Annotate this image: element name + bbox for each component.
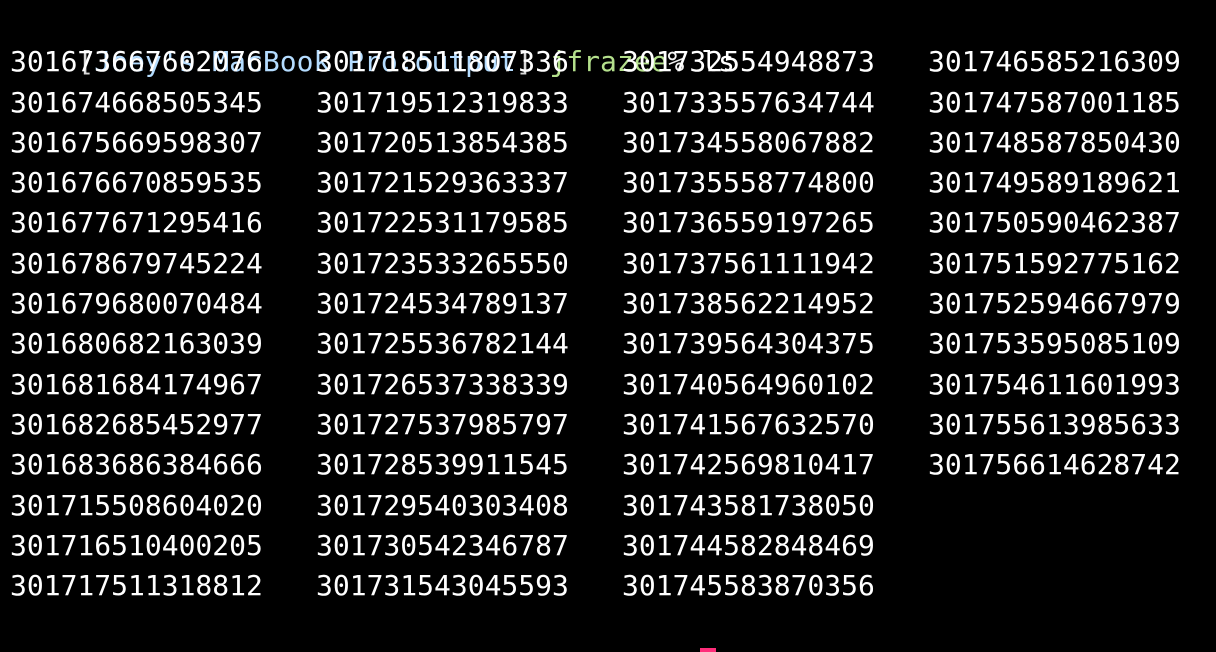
file-entry: 301754611601993 <box>928 367 1181 401</box>
file-entry: 301729540303408 <box>316 488 569 522</box>
file-entry: 301725536782144 <box>316 327 569 361</box>
file-entry: 301678679745224 <box>10 246 263 280</box>
text-cursor[interactable] <box>700 647 717 652</box>
file-entry: 301737561111942 <box>622 246 875 280</box>
file-entry: 301723533265550 <box>316 246 569 280</box>
file-entry: 301721529363337 <box>316 166 569 200</box>
file-entry: 301722531179585 <box>316 206 569 240</box>
file-entry: 301730542346787 <box>316 528 569 562</box>
file-entry: 301735558774800 <box>622 166 875 200</box>
command-line: [Joey's MacBook Pro:output] jfrazee% ls <box>10 2 1216 78</box>
file-entry: 301675669598307 <box>10 125 263 159</box>
file-entry: 301718511807336 <box>316 45 569 79</box>
file-entry: 301719512319833 <box>316 85 569 119</box>
file-entry: 301745583870356 <box>622 569 875 603</box>
file-entry <box>928 486 1208 526</box>
file-entry: 301683686384666 <box>10 448 263 482</box>
file-entry: 301680682163039 <box>10 327 263 361</box>
file-entry: 301679680070484 <box>10 287 263 321</box>
file-entry <box>928 526 1208 566</box>
file-entry: 301749589189621 <box>928 166 1181 200</box>
file-entry: 301676670859535 <box>10 166 263 200</box>
file-entry: 301738562214952 <box>622 287 875 321</box>
file-entry: 301728539911545 <box>316 448 569 482</box>
file-entry: 301739564304375 <box>622 327 875 361</box>
file-entry: 301731543045593 <box>316 569 569 603</box>
file-entry: 301755613985633 <box>928 407 1181 441</box>
file-entry: 301674668505345 <box>10 85 263 119</box>
file-entry: 301724534789137 <box>316 287 569 321</box>
file-entry <box>928 566 1208 606</box>
file-entry: 301673667602076 <box>10 45 263 79</box>
file-entry: 301743581738050 <box>622 488 875 522</box>
file-entry: 301734558067882 <box>622 125 875 159</box>
file-entry: 301726537338339 <box>316 367 569 401</box>
ls-output: 301673667602076 301718511807336 30173255… <box>10 42 1216 606</box>
file-entry: 301733557634744 <box>622 85 875 119</box>
file-entry: 301715508604020 <box>10 488 263 522</box>
file-entry: 301717511318812 <box>10 569 263 603</box>
file-entry: 301756614628742 <box>928 448 1181 482</box>
file-entry: 301682685452977 <box>10 407 263 441</box>
active-prompt-line[interactable]: [Joey's MacBook Pro:output] jfrazee% <box>10 606 1216 652</box>
file-entry: 301720513854385 <box>316 125 569 159</box>
file-entry: 301748587850430 <box>928 125 1181 159</box>
file-entry: 301752594667979 <box>928 287 1181 321</box>
file-entry: 301740564960102 <box>622 367 875 401</box>
file-entry: 301736559197265 <box>622 206 875 240</box>
file-entry: 301753595085109 <box>928 327 1181 361</box>
file-entry: 301746585216309 <box>928 45 1181 79</box>
file-entry: 301732554948873 <box>622 45 875 79</box>
file-entry: 301716510400205 <box>10 528 263 562</box>
file-entry: 301741567632570 <box>622 407 875 441</box>
file-entry: 301751592775162 <box>928 246 1181 280</box>
file-entry: 301681684174967 <box>10 367 263 401</box>
file-entry: 301677671295416 <box>10 206 263 240</box>
file-entry: 301742569810417 <box>622 448 875 482</box>
file-entry: 301750590462387 <box>928 206 1181 240</box>
file-entry: 301747587001185 <box>928 85 1181 119</box>
terminal-window[interactable]: [Joey's MacBook Pro:output] jfrazee% ls … <box>0 0 1216 652</box>
file-entry: 301744582848469 <box>622 528 875 562</box>
file-entry: 301727537985797 <box>316 407 569 441</box>
